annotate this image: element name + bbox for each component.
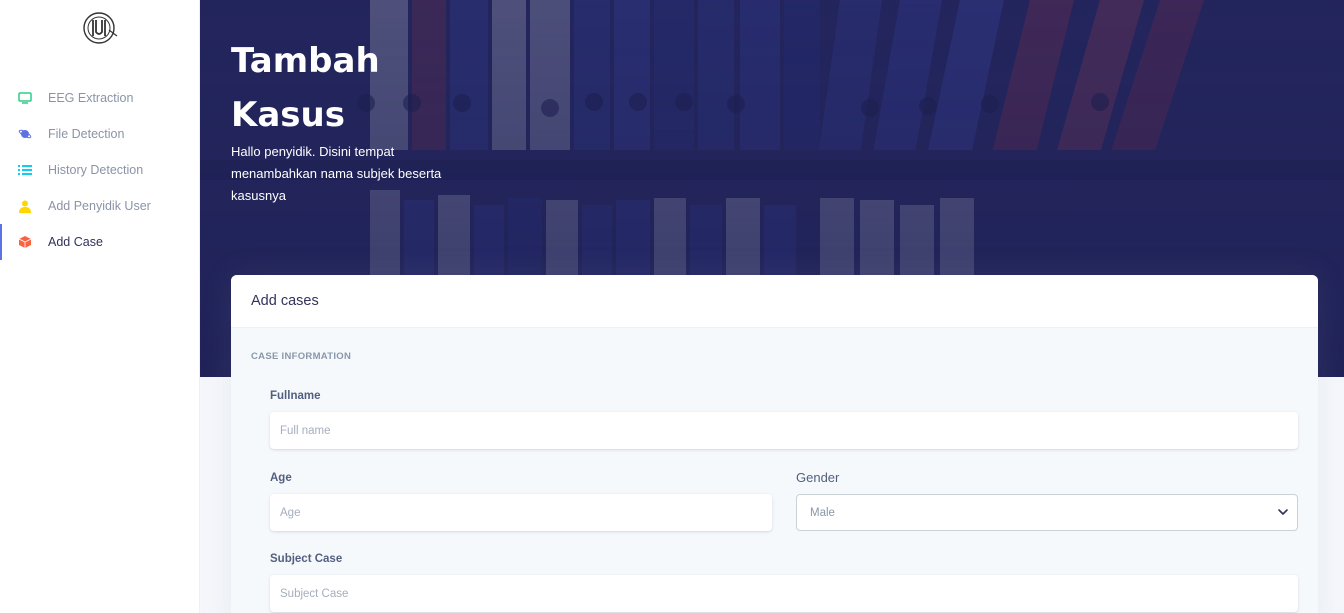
page-title: Tambah Kasus [231,41,380,135]
planet-icon [18,127,32,141]
gender-label: Gender [796,470,840,485]
logo[interactable] [79,10,119,46]
gender-select-value: Male [810,506,835,519]
sidebar-item-label: Add Penyidik User [48,199,151,213]
list-icon [18,163,32,177]
chevron-down-icon [1278,509,1288,515]
gender-select[interactable]: Male [796,494,1298,531]
subject-case-input[interactable] [270,575,1298,612]
sidebar-nav: EEG Extraction File Detection History De… [0,80,200,260]
fullname-input[interactable] [270,412,1298,449]
page-description: Hallo penyidik. Disini tempat menambahka… [231,144,442,203]
age-label: Age [270,472,292,484]
card-header: Add cases [231,275,1318,328]
fullname-label: Fullname [270,390,321,402]
sidebar-item-label: History Detection [48,163,144,177]
monitor-icon [18,91,32,105]
box-icon [18,235,32,249]
subject-case-label: Subject Case [270,553,343,565]
sidebar-item-history-detection[interactable]: History Detection [0,152,200,188]
sidebar: EEG Extraction File Detection History De… [0,0,200,613]
sidebar-item-label: File Detection [48,127,125,141]
user-icon [18,199,32,213]
card-title: Add cases [251,293,319,309]
sidebar-item-label: Add Case [48,235,103,249]
sidebar-item-add-case[interactable]: Add Case [0,224,200,260]
sidebar-item-eeg-extraction[interactable]: EEG Extraction [0,80,200,116]
sidebar-item-label: EEG Extraction [48,91,134,105]
add-case-card: Add cases Case Information Fullname Age … [231,275,1318,613]
sidebar-item-file-detection[interactable]: File Detection [0,116,200,152]
section-heading: Case Information [251,351,352,362]
sidebar-item-add-penyidik-user[interactable]: Add Penyidik User [0,188,200,224]
age-input[interactable] [270,494,772,531]
